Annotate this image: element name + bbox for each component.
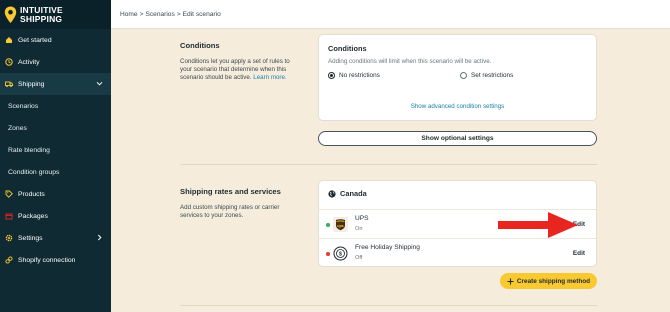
sidebar-item-condition-groups[interactable]: Condition groups <box>0 161 111 183</box>
learn-more-link[interactable]: Learn more. <box>253 74 286 81</box>
edit-method-link[interactable]: Edit <box>573 250 585 257</box>
conditions-section-title: Conditions <box>180 41 220 50</box>
red-arrow-annotation <box>498 212 578 238</box>
sidebar-item-scenarios[interactable]: Scenarios <box>0 95 111 117</box>
home-icon <box>5 36 13 44</box>
radio-unselected-icon[interactable] <box>460 72 467 79</box>
globe-icon <box>328 189 336 198</box>
sidebar-item-products[interactable]: Products <box>0 183 111 205</box>
method-status: On <box>355 226 363 232</box>
map-pin-logo-icon <box>4 6 17 23</box>
sidebar-item-label: Zones <box>8 124 27 132</box>
conditions-card-title: Conditions <box>328 44 367 53</box>
sidebar-item-label: Activity <box>18 58 40 66</box>
shipping-section-title: Shipping rates and services <box>180 187 281 196</box>
zone-header: Canada <box>328 189 367 198</box>
radio-set-restrictions[interactable]: Set restrictions <box>460 72 513 79</box>
main-content: Conditions Conditions let you apply a se… <box>111 29 670 312</box>
section-divider <box>180 164 597 165</box>
radio-no-restrictions[interactable]: No restrictions <box>328 72 380 79</box>
link-icon <box>5 256 13 264</box>
method-name: UPS <box>355 215 369 222</box>
breadcrumb-scenarios[interactable]: Scenarios <box>145 11 174 18</box>
sidebar-item-label: Rate blending <box>8 146 50 154</box>
sidebar-item-label: Scenarios <box>8 102 39 110</box>
sidebar-item-get-started[interactable]: Get started <box>0 29 111 51</box>
sidebar-item-packages[interactable]: Packages <box>0 205 111 227</box>
method-name: Free Holiday Shipping <box>355 244 420 251</box>
sidebar-item-label: Packages <box>18 212 48 220</box>
box-icon <box>5 212 13 220</box>
shipping-section-desc: Add custom shipping rates or carrier ser… <box>180 204 280 219</box>
method-status: Off <box>355 255 363 261</box>
dollar-circle-icon: $ <box>333 246 348 261</box>
radio-selected-icon[interactable] <box>328 72 335 79</box>
zone-name: Canada <box>340 189 367 198</box>
breadcrumb: Home > Scenarios > Edit scenario <box>111 0 670 29</box>
sidebar-item-zones[interactable]: Zones <box>0 117 111 139</box>
plus-icon <box>507 278 514 284</box>
sidebar-item-label: Get started <box>18 36 52 44</box>
shipping-intro: Shipping rates and services Add custom s… <box>180 187 300 220</box>
truck-icon <box>5 80 13 88</box>
ups-logo-icon: ups <box>333 217 348 232</box>
svg-text:ups: ups <box>337 224 343 228</box>
status-dot <box>326 252 330 256</box>
radio-label: No restrictions <box>339 72 380 79</box>
sidebar-item-shipping[interactable]: Shipping <box>0 73 111 95</box>
chevron-down-icon <box>96 81 103 86</box>
breadcrumb-separator: > <box>176 10 181 18</box>
conditions-card-desc: Adding conditions will limit when this s… <box>328 58 492 65</box>
conditions-intro: Conditions Conditions let you apply a se… <box>180 41 300 82</box>
sidebar-item-label: Shipping <box>18 80 45 88</box>
sidebar-item-rate-blending[interactable]: Rate blending <box>0 139 111 161</box>
breadcrumb-separator: > <box>139 10 144 18</box>
sidebar: INTUITIVE SHIPPING Get started Activity … <box>0 0 111 312</box>
sidebar-item-label: Settings <box>18 234 43 242</box>
create-button-label: Create shipping method <box>516 277 591 285</box>
sidebar-item-label: Shopify connection <box>18 256 76 264</box>
sidebar-item-settings[interactable]: Settings <box>0 227 111 249</box>
advanced-condition-settings-link[interactable]: Show advanced condition settings <box>319 103 596 110</box>
status-dot <box>326 223 330 227</box>
svg-text:$: $ <box>339 252 342 258</box>
activity-icon <box>5 58 13 66</box>
sidebar-item-label: Condition groups <box>8 168 60 176</box>
sidebar-item-activity[interactable]: Activity <box>0 51 111 73</box>
shipping-method-row[interactable]: $ Free Holiday Shipping Off Edit <box>319 238 596 267</box>
breadcrumb-current: Edit scenario <box>182 10 221 18</box>
section-divider <box>180 305 597 306</box>
tag-icon <box>5 190 13 198</box>
conditions-card: Conditions Adding conditions will limit … <box>318 34 597 121</box>
gear-icon <box>5 234 13 242</box>
create-shipping-method-button[interactable]: Create shipping method <box>500 273 597 289</box>
chevron-right-icon <box>97 234 102 241</box>
brand-logo[interactable]: INTUITIVE SHIPPING <box>0 0 111 29</box>
sidebar-item-shopify-connection[interactable]: Shopify connection <box>0 249 111 271</box>
sidebar-item-label: Products <box>18 190 45 198</box>
brand-line-2: SHIPPING <box>20 13 63 24</box>
radio-label: Set restrictions <box>471 72 514 79</box>
breadcrumb-home[interactable]: Home <box>120 11 138 18</box>
show-optional-settings-button[interactable]: Show optional settings <box>318 131 597 146</box>
